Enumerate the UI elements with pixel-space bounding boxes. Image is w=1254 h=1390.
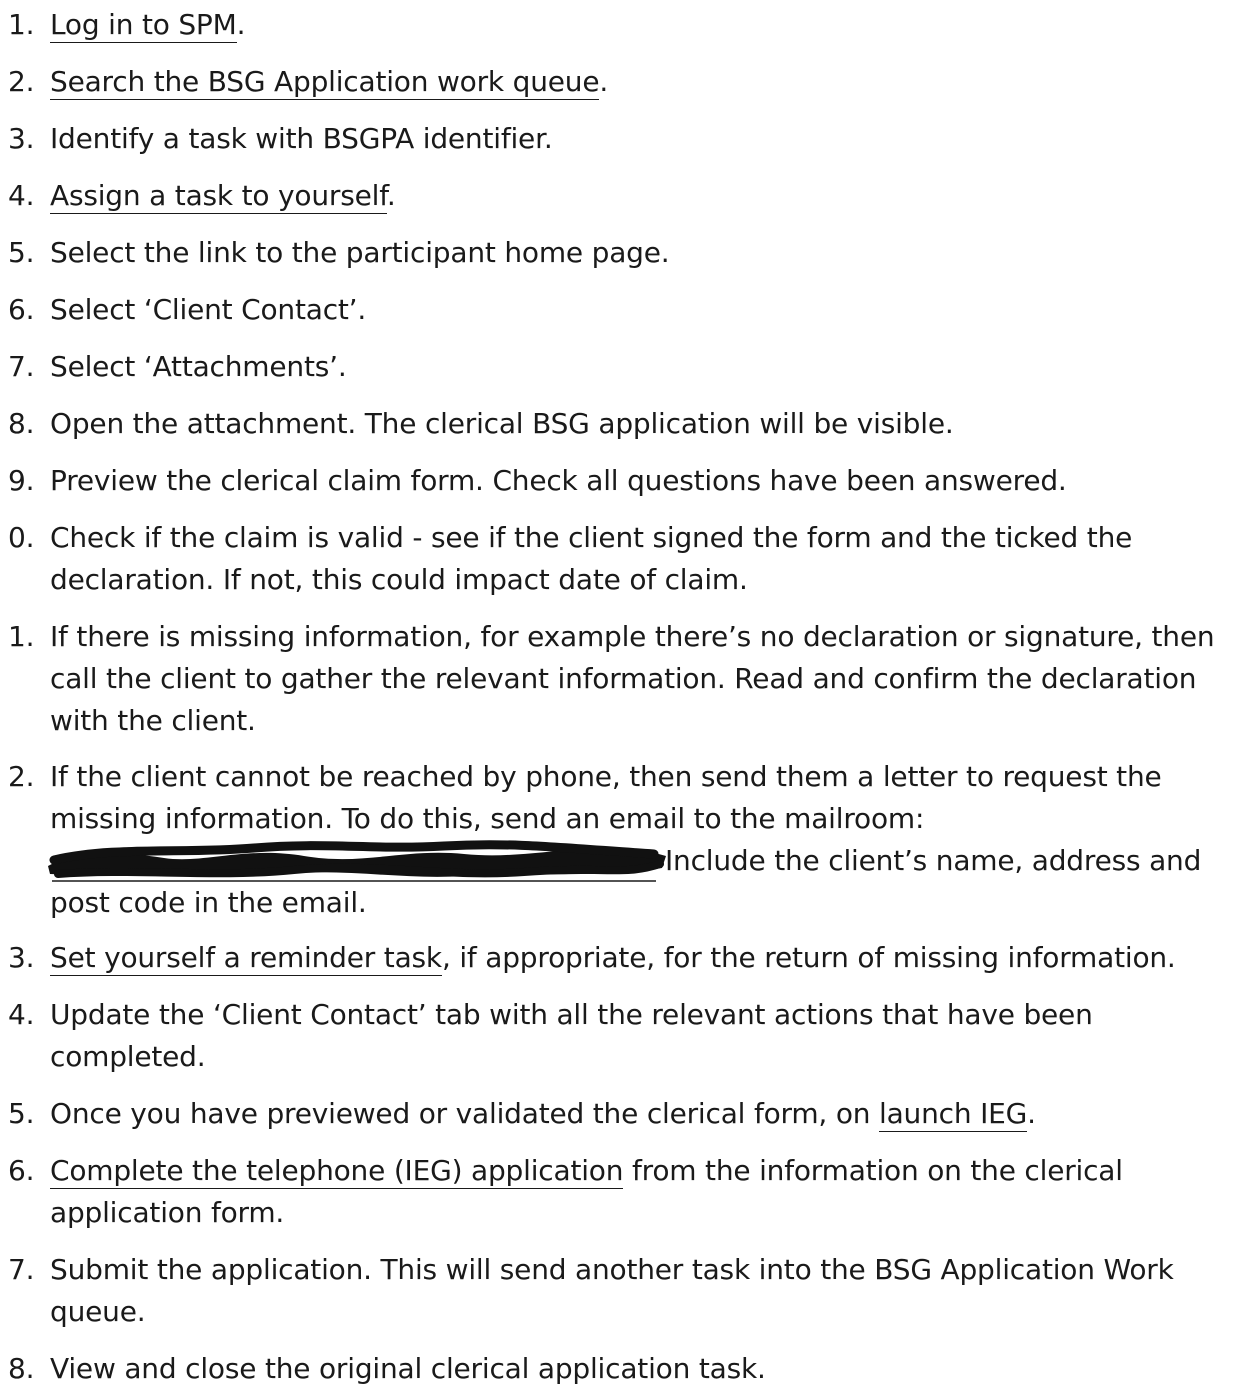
step-text-line: Log in to SPM. bbox=[50, 4, 1248, 46]
step-number: 3. bbox=[8, 941, 35, 974]
step-text-line: application form. bbox=[50, 1192, 1248, 1234]
step-text-fragment: If there is missing information, for exa… bbox=[50, 620, 1215, 653]
step-text-fragment: . bbox=[599, 65, 609, 98]
step-text-fragment: Identify a task with BSGPA identifier. bbox=[50, 122, 553, 155]
step-number: 2. bbox=[8, 760, 35, 793]
step-text: Select ‘Client Contact’. bbox=[50, 289, 1248, 331]
step-text-line: completed. bbox=[50, 1036, 1248, 1078]
step-number: 4. bbox=[8, 998, 35, 1031]
step-text-fragment: Preview the clerical claim form. Check a… bbox=[50, 464, 1067, 497]
step-text-fragment: Submit the application. This will send a… bbox=[50, 1253, 1174, 1286]
step-number: 7. bbox=[8, 1253, 35, 1286]
procedure-link[interactable]: launch IEG bbox=[879, 1097, 1027, 1132]
step-text-fragment: Check if the claim is valid - see if the… bbox=[50, 521, 1133, 554]
step-text-fragment: . bbox=[1027, 1097, 1036, 1130]
step-number: 7. bbox=[8, 350, 35, 383]
step-text-line: post code in the email. bbox=[50, 882, 1248, 924]
step-text-fragment: Select ‘Client Contact’. bbox=[50, 293, 367, 326]
step-number: 2. bbox=[8, 65, 35, 98]
step-text: Search the BSG Application work queue. bbox=[50, 61, 1248, 103]
step-text-fragment: , if appropriate, for the return of miss… bbox=[441, 941, 1176, 974]
step-number: 4. bbox=[8, 179, 35, 212]
step-number: 5. bbox=[8, 1097, 35, 1130]
step-text-line: Select the link to the participant home … bbox=[50, 232, 1248, 274]
step-text: Log in to SPM. bbox=[50, 4, 1248, 46]
redacted-email-address bbox=[48, 840, 666, 882]
step-text-line: Search the BSG Application work queue. bbox=[50, 61, 1248, 103]
step-text-fragment: Include the client’s name, address and bbox=[665, 844, 1202, 877]
procedure-link[interactable]: Assign a task to yourself bbox=[50, 179, 387, 214]
step-number: 1. bbox=[8, 8, 35, 41]
procedure-link[interactable]: Set yourself a reminder task bbox=[50, 941, 442, 976]
step-text-line: call the client to gather the relevant i… bbox=[50, 658, 1248, 700]
step-text-fragment: Once you have previewed or validated the… bbox=[50, 1097, 880, 1130]
step-text-fragment: . bbox=[236, 8, 246, 41]
step-text-fragment: View and close the original clerical app… bbox=[50, 1352, 766, 1385]
procedure-link[interactable]: Complete the telephone (IEG) application bbox=[50, 1154, 623, 1189]
step-text: Select the link to the participant home … bbox=[50, 232, 1248, 274]
step-text-fragment: Select ‘Attachments’. bbox=[50, 350, 347, 383]
step-number: 6. bbox=[8, 293, 35, 326]
step-text-fragment: Update the ‘Client Contact’ tab with all… bbox=[50, 998, 1093, 1031]
redaction-scribble-icon bbox=[48, 840, 666, 882]
procedure-link[interactable]: Log in to SPM bbox=[50, 8, 237, 43]
step-text-fragment: . bbox=[386, 179, 396, 212]
procedure-link[interactable]: Search the BSG Application work queue bbox=[50, 65, 600, 100]
step-text-fragment: queue. bbox=[50, 1295, 146, 1328]
step-text: Set yourself a reminder task, if appropr… bbox=[50, 937, 1248, 979]
step-text-line: If the client cannot be reached by phone… bbox=[50, 756, 1248, 798]
step-text-line: Assign a task to yourself. bbox=[50, 175, 1248, 217]
step-text-line: Update the ‘Client Contact’ tab with all… bbox=[50, 994, 1248, 1036]
step-text-line: missing information. To do this, send an… bbox=[50, 798, 1248, 840]
step-text-line: Once you have previewed or validated the… bbox=[50, 1093, 1248, 1135]
step-number: 8. bbox=[8, 1352, 35, 1385]
step-text-line: Check if the claim is valid - see if the… bbox=[50, 517, 1248, 559]
step-text: Open the attachment. The clerical BSG ap… bbox=[50, 403, 1248, 445]
step-text-line: Submit the application. This will send a… bbox=[50, 1249, 1248, 1291]
step-text-line: queue. bbox=[50, 1291, 1248, 1333]
step-text-line: Identify a task with BSGPA identifier. bbox=[50, 118, 1248, 160]
step-text: If there is missing information, for exa… bbox=[50, 616, 1248, 742]
step-text-fragment: call the client to gather the relevant i… bbox=[50, 662, 1197, 695]
step-number: 1. bbox=[8, 620, 35, 653]
step-text-fragment: from the information on the clerical bbox=[623, 1154, 1123, 1187]
step-number: 5. bbox=[8, 236, 35, 269]
step-text: Preview the clerical claim form. Check a… bbox=[50, 460, 1248, 502]
step-text: Submit the application. This will send a… bbox=[50, 1249, 1248, 1333]
step-text: Complete the telephone (IEG) application… bbox=[50, 1150, 1248, 1234]
step-text: Check if the claim is valid - see if the… bbox=[50, 517, 1248, 601]
step-text-line: Set yourself a reminder task, if appropr… bbox=[50, 937, 1248, 979]
step-text-line: declaration. If not, this could impact d… bbox=[50, 559, 1248, 601]
step-text-fragment: application form. bbox=[50, 1196, 285, 1229]
step-text-fragment: If the client cannot be reached by phone… bbox=[50, 760, 1162, 793]
step-text-fragment: Open the attachment. The clerical BSG ap… bbox=[50, 407, 954, 440]
step-number: 9. bbox=[8, 464, 35, 497]
step-text-line: Open the attachment. The clerical BSG ap… bbox=[50, 403, 1248, 445]
step-text-line: Complete the telephone (IEG) application… bbox=[50, 1150, 1248, 1192]
step-text-line: Select ‘Client Contact’. bbox=[50, 289, 1248, 331]
step-text-fragment: Select the link to the participant home … bbox=[50, 236, 670, 269]
step-text-line: If there is missing information, for exa… bbox=[50, 616, 1248, 658]
step-text: Once you have previewed or validated the… bbox=[50, 1093, 1248, 1135]
step-text-fragment: completed. bbox=[50, 1040, 206, 1073]
step-text: Identify a task with BSGPA identifier. bbox=[50, 118, 1248, 160]
step-number: 3. bbox=[8, 122, 35, 155]
step-number: 8. bbox=[8, 407, 35, 440]
step-text-fragment: declaration. If not, this could impact d… bbox=[50, 563, 748, 596]
step-text-fragment: with the client. bbox=[50, 704, 256, 737]
step-text-line: Select ‘Attachments’. bbox=[50, 346, 1248, 388]
step-text-line: Preview the clerical claim form. Check a… bbox=[50, 460, 1248, 502]
step-text-fragment: post code in the email. bbox=[50, 886, 367, 919]
step-text-line: Include the client’s name, address and bbox=[48, 840, 1248, 882]
step-text: Select ‘Attachments’. bbox=[50, 346, 1248, 388]
step-number: 0. bbox=[8, 521, 35, 554]
step-text-line: with the client. bbox=[50, 700, 1248, 742]
step-text-fragment: missing information. To do this, send an… bbox=[50, 802, 925, 835]
step-text: View and close the original clerical app… bbox=[50, 1348, 1248, 1390]
step-text: Assign a task to yourself. bbox=[50, 175, 1248, 217]
step-text: Update the ‘Client Contact’ tab with all… bbox=[50, 994, 1248, 1078]
step-text-line: View and close the original clerical app… bbox=[50, 1348, 1248, 1390]
step-number: 6. bbox=[8, 1154, 35, 1187]
step-text: If the client cannot be reached by phone… bbox=[48, 756, 1248, 924]
